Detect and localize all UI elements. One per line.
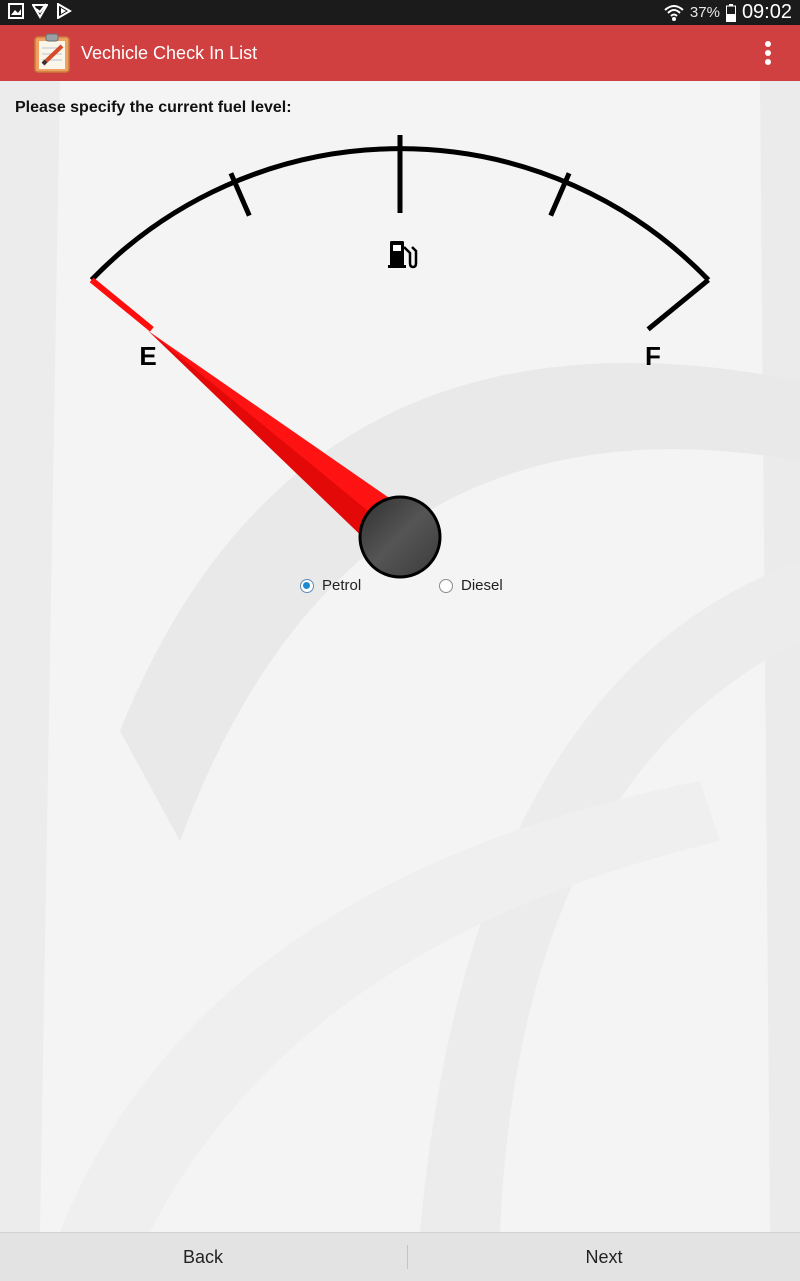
status-bar: 37% 09:02 <box>0 0 800 25</box>
clock: 09:02 <box>741 1 792 23</box>
fuel-type-radio-group: Petrol Diesel <box>300 577 560 599</box>
gauge-tick-full <box>646 277 710 332</box>
radio-petrol-circle[interactable] <box>300 578 314 593</box>
more-vert-icon <box>765 41 771 65</box>
gauge-tick-empty <box>89 277 154 332</box>
fuel-gauge[interactable]: E F <box>0 81 800 601</box>
radio-diesel[interactable]: Diesel <box>439 577 503 594</box>
app-bar: Vechicle Check In List <box>0 25 800 81</box>
back-button[interactable]: Back <box>3 1233 403 1281</box>
gauge-hub <box>358 495 442 579</box>
radio-petrol[interactable]: Petrol <box>300 577 361 594</box>
notification-icons <box>8 3 72 19</box>
radio-petrol-label: Petrol <box>322 577 362 594</box>
app-title: Vechicle Check In List <box>81 43 258 63</box>
gallery-notification-icon <box>8 3 24 19</box>
radio-diesel-label: Diesel <box>461 577 503 594</box>
system-status: 37% 09:02 <box>664 0 792 25</box>
checklist-app-icon <box>34 33 70 73</box>
next-button[interactable]: Next <box>404 1233 800 1281</box>
fuel-pump-icon <box>388 241 418 269</box>
bottom-navigation-bar: Back Next <box>0 1232 800 1281</box>
wifi-icon <box>664 4 684 21</box>
play-store-notification-icon <box>57 3 72 19</box>
battery-icon <box>725 3 736 22</box>
full-label: F <box>645 341 661 371</box>
radio-diesel-circle[interactable] <box>439 578 453 593</box>
empty-label: E <box>139 341 156 371</box>
overflow-menu-button[interactable] <box>754 39 782 67</box>
task-check-notification-icon <box>32 3 48 19</box>
content-area: Please specify the current fuel level: E… <box>0 81 800 1232</box>
battery-percent: 37% <box>689 4 720 21</box>
